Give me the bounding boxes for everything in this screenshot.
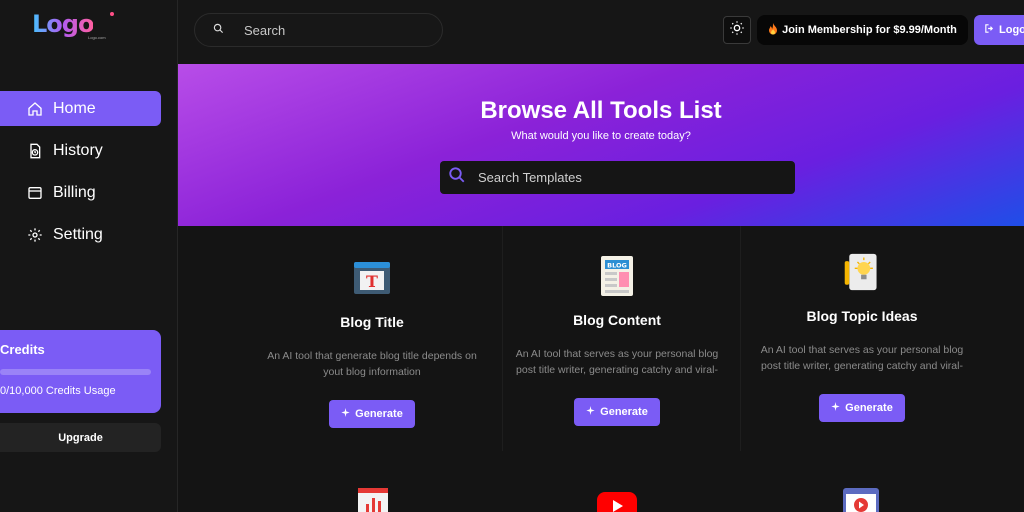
logo-subtext: Logo.com: [88, 35, 106, 40]
sparkle-icon: [831, 402, 840, 414]
youtube-icon: [597, 492, 637, 512]
generate-button[interactable]: Generate: [819, 394, 905, 422]
sidebar: Logo Logo.com Home History Billing Setti…: [0, 0, 178, 512]
membership-label: Join Membership for $9.99/Month: [782, 24, 957, 36]
logout-label: Logout: [999, 24, 1024, 36]
banner-subtitle: What would you like to create today?: [511, 130, 691, 142]
card-description: An AI tool that serves as your personal …: [515, 348, 719, 376]
lightbulb-idea-icon: [842, 250, 882, 294]
sun-icon: [729, 20, 745, 41]
template-search-input[interactable]: [478, 170, 778, 185]
card-title: Blog Topic Ideas: [806, 308, 918, 324]
banner-title: Browse All Tools List: [480, 97, 722, 124]
home-icon: [26, 100, 44, 118]
video-player-icon: [842, 486, 879, 512]
generate-label: Generate: [845, 402, 893, 414]
credits-card: Credits 0/10,000 Credits Usage: [0, 330, 161, 413]
search-input[interactable]: [244, 22, 424, 38]
card-divider: [740, 226, 741, 451]
tool-cards: T Blog Title An AI tool that generate bl…: [178, 226, 1024, 512]
sidebar-item-home[interactable]: Home: [0, 91, 161, 126]
sidebar-nav: Home History Billing Setting: [0, 91, 178, 259]
card-title: Blog Content: [573, 312, 661, 328]
gear-icon: [26, 226, 44, 244]
credits-progress-bar: [0, 369, 151, 375]
report-chart-icon: [356, 486, 390, 512]
sidebar-item-label: Billing: [53, 183, 96, 201]
search-icon: [448, 166, 466, 189]
credits-usage-text: 0/10,000 Credits Usage: [0, 385, 116, 397]
card-description: An AI tool that serves as your personal …: [760, 344, 964, 372]
logo-text: Logo: [32, 10, 94, 38]
generate-label: Generate: [355, 408, 403, 420]
tool-card-blog-title[interactable]: T Blog Title An AI tool that generate bl…: [254, 256, 490, 428]
card-title: Blog Title: [340, 314, 404, 330]
credits-title: Credits: [0, 342, 45, 357]
tool-card-blog-content[interactable]: BLOG Blog Content An AI tool that serves…: [499, 254, 735, 426]
sidebar-item-label: Setting: [53, 225, 103, 243]
sidebar-item-label: Home: [53, 99, 96, 117]
blog-content-icon: BLOG: [597, 254, 637, 298]
logout-button[interactable]: Logout: [974, 15, 1024, 45]
svg-text:BLOG: BLOG: [607, 262, 627, 270]
tools-banner: Browse All Tools List What would you lik…: [178, 64, 1024, 226]
billing-icon: [26, 184, 44, 202]
sidebar-item-label: History: [53, 141, 103, 159]
template-search[interactable]: [440, 161, 795, 194]
theme-toggle-button[interactable]: [723, 16, 751, 44]
upgrade-button[interactable]: Upgrade: [0, 423, 161, 452]
svg-text:T: T: [366, 272, 378, 291]
logo[interactable]: Logo Logo.com: [32, 10, 122, 44]
card-description: An AI tool that generate blog title depe…: [267, 350, 477, 378]
sidebar-item-setting[interactable]: Setting: [0, 217, 161, 252]
join-membership-button[interactable]: Join Membership for $9.99/Month: [757, 15, 968, 45]
generate-button[interactable]: Generate: [329, 400, 415, 428]
blog-title-icon: T: [352, 256, 392, 300]
sidebar-item-billing[interactable]: Billing: [0, 175, 161, 210]
generate-button[interactable]: Generate: [574, 398, 660, 426]
top-header: Join Membership for $9.99/Month Logout: [178, 0, 1024, 64]
sidebar-item-history[interactable]: History: [0, 133, 161, 168]
search-icon: [213, 21, 224, 39]
logout-icon: [984, 23, 995, 37]
fire-icon: [768, 22, 778, 38]
tool-card-blog-topic-ideas[interactable]: Blog Topic Ideas An AI tool that serves …: [744, 250, 980, 422]
logo-dot: [110, 12, 114, 16]
generate-label: Generate: [600, 406, 648, 418]
history-icon: [26, 142, 44, 160]
header-search[interactable]: [194, 13, 443, 47]
sparkle-icon: [341, 408, 350, 420]
sparkle-icon: [586, 406, 595, 418]
